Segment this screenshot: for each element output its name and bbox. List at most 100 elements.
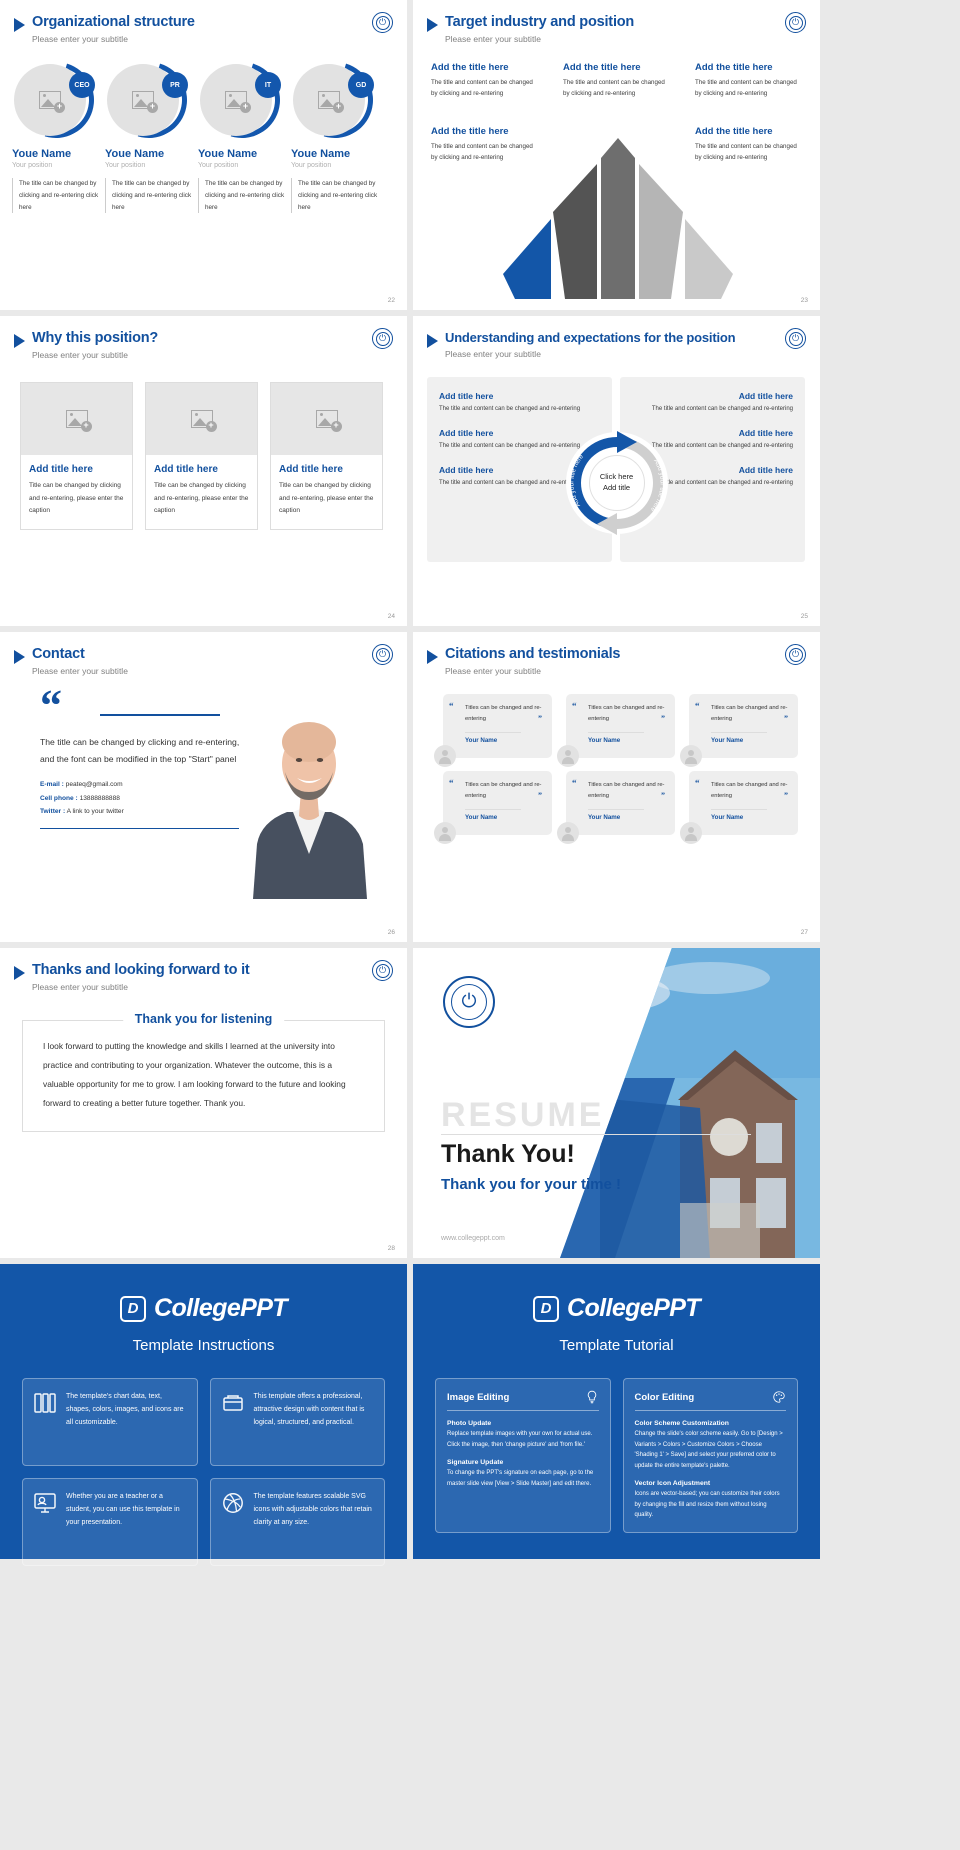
content-card: + Add title here Title can be changed by… <box>270 382 383 531</box>
quote-close-icon: ” <box>661 791 665 801</box>
instruction-cells: The template's chart data, text, shapes,… <box>22 1378 385 1566</box>
testimonial-text: Titles can be changed and re-entering <box>711 705 788 723</box>
item-title: Add title here <box>738 390 793 401</box>
page-number: 28 <box>387 1245 395 1252</box>
university-seal-icon: ⏻ <box>372 12 393 33</box>
quote-open-icon: “ <box>572 778 577 789</box>
org-member-list: + CEO Youe Name Your position The title … <box>0 44 407 214</box>
item-title: Add the title here <box>431 126 509 138</box>
member-position: Your position <box>291 162 332 170</box>
dribbble-icon <box>222 1493 243 1513</box>
instruction-cell: This template offers a professional, att… <box>209 1378 385 1466</box>
page-number: 27 <box>800 929 808 936</box>
org-member: + GD Youe Name Your position The title c… <box>283 48 387 214</box>
card-title: Add title here <box>279 464 343 476</box>
card-list: + Add title here Title can be changed by… <box>0 360 407 531</box>
collegeppt-mark-icon: D <box>120 1295 147 1322</box>
phone-value[interactable]: 13888888888 <box>80 795 120 802</box>
instruction-cell: The template's chart data, text, shapes,… <box>22 1378 198 1466</box>
palette-icon <box>773 1391 785 1403</box>
image-placeholder: + <box>271 383 382 456</box>
testimonial-author: Your Name <box>711 731 767 744</box>
university-seal-icon: ⏻ <box>372 960 393 981</box>
tutorial-columns: Image Editing Photo Update Replace templ… <box>435 1378 798 1533</box>
cell-text: The template's chart data, text, shapes,… <box>66 1393 184 1426</box>
cell-text: Whether you are a teacher or a student, … <box>66 1493 180 1526</box>
triangle-bullet-icon <box>14 18 25 32</box>
triangle-bullet-icon <box>14 650 25 664</box>
page-subtitle: Please enter your subtitle <box>445 666 541 677</box>
member-description: The title can be changed by clicking and… <box>198 178 291 214</box>
page-title: Target industry and position <box>445 14 635 30</box>
quote-close-icon: ” <box>538 714 542 724</box>
item-title: Add title here <box>439 390 494 401</box>
phone-label: Cell phone : <box>40 794 78 802</box>
slide-thanks: Thanks and looking forward to it Please … <box>0 948 407 1258</box>
item-title: Photo Update <box>447 1420 492 1427</box>
testimonial-author: Your Name <box>711 808 767 821</box>
item-body: The title and content can be changed by … <box>695 79 797 98</box>
target-item: Add the title here The title and content… <box>695 126 803 164</box>
email-value[interactable]: peateq@gmail.com <box>66 781 123 788</box>
quote-close-icon: ” <box>784 714 788 724</box>
content-card: + Add title here Title can be changed by… <box>20 382 133 531</box>
tutorial-item: Color Scheme Customization Change the sl… <box>635 1420 787 1471</box>
slide-citations-testimonials: Citations and testimonials Please enter … <box>413 632 820 942</box>
page-subtitle: Please enter your subtitle <box>445 34 541 45</box>
lightbulb-icon <box>587 1390 596 1404</box>
page-subtitle: Please enter your subtitle <box>32 34 128 45</box>
avatar-icon <box>557 822 579 845</box>
quote-open-icon: “ <box>572 701 577 712</box>
layers-icon <box>34 1393 56 1413</box>
testimonial-text: Titles can be changed and re-entering <box>588 782 665 800</box>
email-label: E-mail : <box>40 781 64 789</box>
cell-text: The template features scalable SVG icons… <box>253 1493 372 1526</box>
brand-name: CollegePPT <box>567 1294 701 1322</box>
testimonial-card: “ ” Titles can be changed and re-enterin… <box>434 771 552 845</box>
testimonial-text: Titles can be changed and re-entering <box>465 782 542 800</box>
instruction-cell: Whether you are a teacher or a student, … <box>22 1478 198 1566</box>
image-placeholder-icon: + <box>39 91 65 114</box>
item-body: The title and content can be changed by … <box>431 79 533 98</box>
cycle-center-label: Click here Add title <box>588 454 645 511</box>
twitter-value[interactable]: A link to your twitter <box>67 808 124 815</box>
slide-contact: Contact Please enter your subtitle ⏻ “ T… <box>0 632 407 942</box>
member-name: Youe Name <box>12 148 72 161</box>
triangle-bullet-icon <box>427 650 438 664</box>
org-member: + IT Youe Name Your position The title c… <box>190 48 294 214</box>
image-placeholder-icon: + <box>315 410 342 433</box>
card-body: Title can be changed by clicking and re-… <box>29 482 124 515</box>
tutorial-item: Vector Icon Adjustment Icons are vector-… <box>635 1480 787 1521</box>
testimonial-grid: “ ” Titles can be changed and re-enterin… <box>413 676 820 845</box>
member-description: The title can be changed by clicking and… <box>12 178 105 214</box>
item-body: Change the slide's color scheme easily. … <box>634 1431 783 1469</box>
page-number: 24 <box>387 613 395 620</box>
page-title: Organizational structure <box>32 14 195 30</box>
testimonial-card: “ ” Titles can be changed and re-enterin… <box>557 694 675 768</box>
item-body: The title and content can be changed by … <box>695 143 797 162</box>
item-title: Signature Update <box>447 1459 504 1466</box>
target-item: Add the title here The title and content… <box>563 62 671 100</box>
slide-header: Thanks and looking forward to it Please … <box>0 948 407 992</box>
testimonial-card: “ ” Titles can be changed and re-enterin… <box>680 694 798 768</box>
quote-close-icon: ” <box>661 714 665 724</box>
tutorial-item: Signature Update To change the PPT's sig… <box>447 1459 599 1489</box>
page-subtitle: Please enter your subtitle <box>32 666 128 677</box>
center-line-2: Add title <box>602 482 631 492</box>
card-body: Title can be changed by clicking and re-… <box>154 482 249 515</box>
item-title: Add the title here <box>695 126 773 138</box>
slide-header: Why this position? Please enter your sub… <box>0 316 407 360</box>
page-number: 23 <box>800 297 808 304</box>
quote-close-icon: ” <box>784 791 788 801</box>
contact-quote: The title can be changed by clicking and… <box>40 737 240 764</box>
thank-you-subheading: Thank you for your time ! <box>441 1176 622 1193</box>
image-placeholder-icon: + <box>132 91 158 114</box>
member-position: Your position <box>12 162 53 170</box>
box-icon <box>222 1395 243 1411</box>
item-body: The title and content can be changed by … <box>431 143 533 162</box>
slide-understanding-expectations: Understanding and expectations for the p… <box>413 316 820 626</box>
image-placeholder-icon: + <box>190 410 217 433</box>
item-title: Color Scheme Customization <box>634 1420 729 1427</box>
slide-grid: Organizational structure Please enter yo… <box>0 0 960 1574</box>
panel-item: Add title here The title and content can… <box>439 391 600 414</box>
